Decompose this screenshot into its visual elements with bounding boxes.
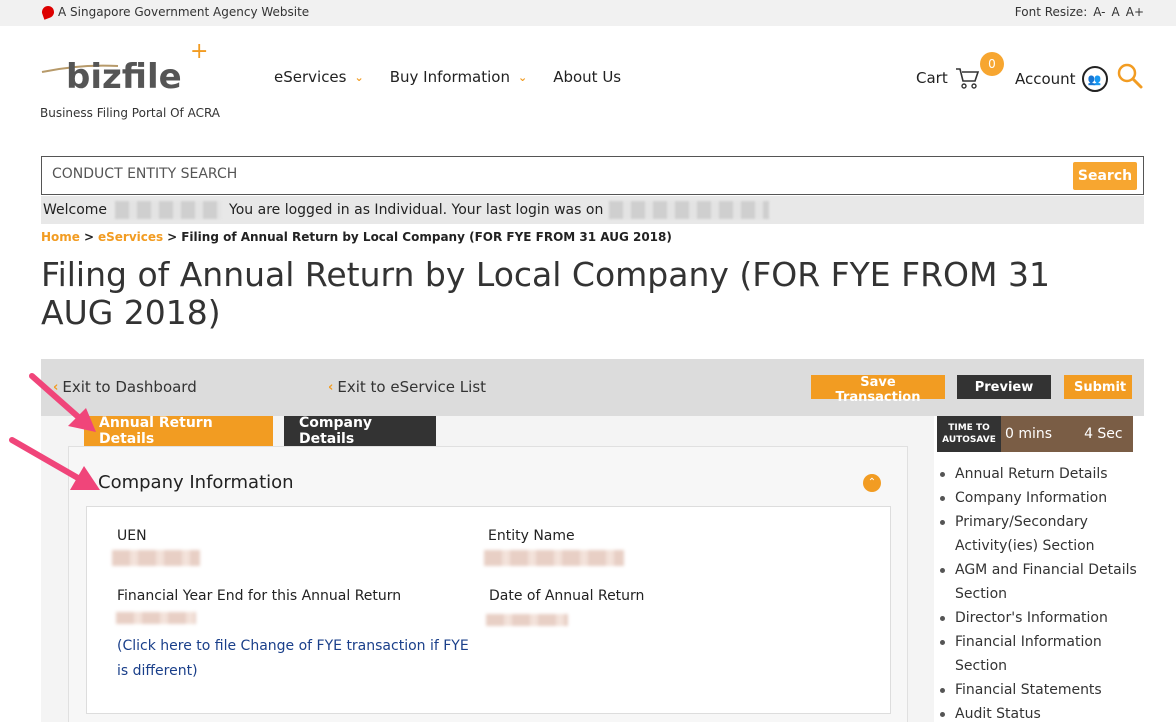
timer-label: TIME TO AUTOSAVE: [937, 416, 1001, 452]
gov-bar: A Singapore Government Agency Website Fo…: [0, 0, 1176, 26]
cart-count-badge: 0: [980, 52, 1004, 76]
preview-button[interactable]: Preview: [957, 375, 1051, 399]
section-nav-item[interactable]: Audit Status: [938, 702, 1138, 726]
save-transaction-button[interactable]: Save Transaction: [811, 375, 945, 405]
nav-about-us[interactable]: About Us: [553, 68, 621, 86]
chevron-down-icon: ⌄: [517, 70, 528, 84]
font-normal-button[interactable]: A: [1112, 5, 1120, 19]
tab-company-details[interactable]: Company Details: [284, 415, 436, 447]
breadcrumb-separator: >: [83, 230, 94, 244]
font-resize-label: Font Resize:: [1014, 5, 1088, 19]
action-bar: ‹ Exit to Dashboard ‹ Exit to eService L…: [41, 359, 1144, 416]
section-nav-item[interactable]: Annual Return Details: [938, 462, 1138, 486]
fye-label: Financial Year End for this Annual Retur…: [117, 588, 402, 604]
section-title: Company Information: [98, 472, 294, 493]
gov-agency-text: A Singapore Government Agency Website: [58, 5, 310, 19]
breadcrumb-separator: >: [167, 230, 178, 244]
redacted-date-value: [486, 614, 568, 626]
section-nav-item[interactable]: Financial Statements: [938, 678, 1138, 702]
annotation-arrow-icon: [29, 373, 96, 432]
section-nav-item[interactable]: AGM and Financial Details Section: [938, 558, 1138, 606]
timer-secs: 4 Sec: [1084, 426, 1123, 442]
search-button[interactable]: Search: [1073, 162, 1137, 190]
gov-banner: A Singapore Government Agency Website: [40, 4, 310, 20]
entity-search-input[interactable]: [52, 166, 952, 182]
redacted-fye-value: [116, 612, 196, 624]
main-nav: eServices ⌄ Buy Information ⌄ About Us: [274, 68, 621, 86]
welcome-bar: Welcome You are logged in as Individual.…: [41, 196, 1144, 224]
nav-eservices-label: eServices: [274, 68, 347, 86]
change-fye-link[interactable]: (Click here to file Change of FYE transa…: [117, 634, 482, 684]
breadcrumb: Home > eServices > Filing of Annual Retu…: [41, 230, 672, 244]
nav-eservices[interactable]: eServices ⌄: [274, 68, 364, 86]
page-title: Filing of Annual Return by Local Company…: [41, 255, 1050, 332]
cart-icon: [955, 68, 979, 89]
section-nav-item[interactable]: Company Information: [938, 486, 1138, 510]
autosave-timer: TIME TO AUTOSAVE 0 mins 4 Sec: [937, 416, 1133, 452]
submit-button[interactable]: Submit: [1064, 375, 1132, 399]
redacted-login-time: [609, 201, 770, 219]
nav-buy-information[interactable]: Buy Information ⌄: [390, 68, 528, 86]
entity-name-label: Entity Name: [488, 528, 575, 544]
cart-label: Cart: [916, 69, 948, 87]
breadcrumb-home[interactable]: Home: [41, 230, 80, 244]
tagline: Business Filing Portal Of ACRA: [40, 106, 221, 120]
exit-eservice-list-link[interactable]: ‹ Exit to eService List: [328, 378, 486, 396]
timer-value: 0 mins 4 Sec: [1001, 416, 1133, 452]
annotation-arrow-icon: [9, 437, 100, 490]
redacted-uen-value: [112, 550, 200, 566]
login-info-text: You are logged in as Individual. Your la…: [229, 202, 604, 218]
logo-text: bizfile: [66, 57, 182, 97]
section-nav-item[interactable]: Director's Information: [938, 606, 1138, 630]
timer-mins: 0 mins: [1005, 426, 1053, 442]
redacted-entity-name-value: [484, 550, 624, 566]
entity-search-bar: Search: [41, 156, 1144, 195]
section-nav-item[interactable]: Primary/Secondary Activity(ies) Section: [938, 510, 1138, 558]
chevron-left-icon: ‹: [328, 379, 334, 395]
logo-plus: +: [190, 39, 208, 64]
account-label: Account: [1015, 70, 1076, 88]
date-annual-return-label: Date of Annual Return: [489, 588, 645, 604]
redacted-username: [115, 201, 222, 219]
section-nav-item[interactable]: Financial Information Section: [938, 630, 1138, 678]
font-resize: Font Resize: A- A A+: [1015, 5, 1144, 19]
account-icon: 👥: [1081, 66, 1108, 92]
cart-link[interactable]: Cart: [916, 66, 980, 90]
section-nav: Annual Return Details Company Informatio…: [938, 462, 1138, 726]
search-icon[interactable]: [1116, 62, 1144, 90]
collapse-icon[interactable]: ⌃: [863, 474, 881, 492]
bizfile-logo[interactable]: bizfile +: [40, 36, 220, 106]
breadcrumb-current: Filing of Annual Return by Local Company…: [181, 230, 672, 244]
chevron-down-icon: ⌄: [354, 70, 364, 84]
tab-annual-return-details[interactable]: Annual Return Details: [84, 415, 273, 447]
uen-label: UEN: [117, 528, 147, 544]
welcome-label: Welcome: [43, 202, 108, 218]
account-link[interactable]: Account 👥: [1015, 66, 1108, 92]
lion-head-icon: [40, 4, 56, 20]
font-increase-button[interactable]: A+: [1126, 5, 1144, 19]
font-decrease-button[interactable]: A-: [1093, 5, 1105, 19]
nav-about-us-label: About Us: [553, 68, 622, 86]
exit-eservice-list-label: Exit to eService List: [337, 378, 487, 396]
breadcrumb-eservices[interactable]: eServices: [98, 230, 163, 244]
nav-buy-information-label: Buy Information: [389, 68, 510, 86]
